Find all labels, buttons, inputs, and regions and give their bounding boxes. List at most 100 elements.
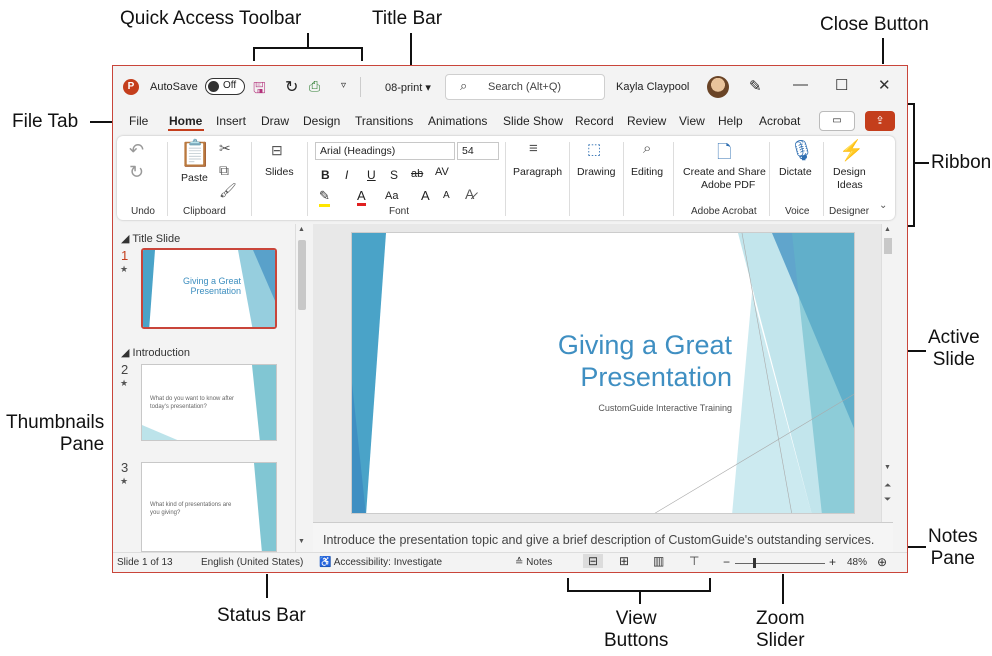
change-case-button[interactable]: Aa — [385, 190, 398, 202]
design-ideas-icon[interactable]: ⚡ — [839, 138, 864, 163]
format-painter-icon[interactable]: 🖌 — [219, 182, 237, 199]
search-box[interactable]: ⌕ Search (Alt+Q) — [445, 74, 605, 100]
drawing-icon[interactable]: ⬚ — [587, 140, 601, 158]
sep-6 — [623, 142, 624, 216]
create-share-line2[interactable]: Adobe PDF — [701, 179, 755, 191]
fit-to-window-icon[interactable]: ⊕ — [877, 555, 887, 569]
char-spacing-button[interactable]: AV — [435, 166, 449, 178]
reading-view-button[interactable]: ▥ — [653, 554, 664, 568]
slide-subtitle[interactable]: CustomGuide Interactive Training — [598, 403, 732, 413]
paste-icon[interactable]: 📋 — [179, 138, 211, 169]
notes-toggle[interactable]: ≙ Notes — [515, 557, 552, 568]
tab-record[interactable]: Record — [575, 114, 614, 128]
paragraph-button[interactable]: Paragraph — [513, 166, 562, 178]
language[interactable]: English (United States) — [201, 557, 303, 568]
clear-format-icon[interactable]: A̷ — [465, 186, 474, 202]
slide-thumbnail-1[interactable]: Giving a Great Presentation — [141, 248, 277, 329]
tab-review[interactable]: Review — [627, 114, 666, 128]
paragraph-icon[interactable]: ≡ — [529, 140, 538, 157]
next-slide-icon[interactable]: ⏷ — [884, 494, 891, 505]
scroll-down-icon[interactable]: ▼ — [298, 538, 305, 545]
tab-design[interactable]: Design — [303, 114, 340, 128]
scroll-up-icon[interactable]: ▲ — [298, 226, 305, 233]
copy-icon[interactable]: ⧉ — [219, 162, 229, 179]
font-name-select[interactable]: Arial (Headings) — [315, 142, 455, 160]
shrink-font-button[interactable]: A — [443, 190, 450, 201]
maximize-button[interactable]: ☐ — [835, 76, 848, 94]
redo-icon[interactable]: ↻ — [129, 162, 144, 183]
collapse-ribbon-icon[interactable]: ⌄ — [879, 200, 887, 211]
zoom-slider-thumb[interactable] — [753, 558, 756, 568]
notes-pane[interactable]: Introduce the presentation topic and giv… — [313, 522, 893, 553]
italic-button[interactable]: I — [345, 168, 348, 182]
drawing-button[interactable]: Drawing — [577, 166, 616, 178]
customize-qat-icon[interactable]: ▿ — [341, 80, 346, 91]
normal-view-button[interactable]: ⊟ — [583, 554, 604, 568]
tab-animations[interactable]: Animations — [428, 114, 487, 128]
slide-scroll-thumb[interactable] — [884, 238, 892, 254]
slide-thumbnail-3[interactable]: What kind of presentations are you givin… — [141, 462, 277, 552]
scroll-thumb[interactable] — [298, 240, 306, 310]
minimize-button[interactable]: — — [793, 76, 808, 93]
comments-button[interactable]: ▭ — [819, 111, 855, 131]
tab-insert[interactable]: Insert — [216, 114, 246, 128]
tab-draw[interactable]: Draw — [261, 114, 289, 128]
slide-show-button[interactable]: ⊤ — [689, 554, 699, 568]
paste-label[interactable]: Paste — [181, 172, 208, 184]
section-introduction[interactable]: ◢ Introduction — [121, 346, 190, 359]
tab-home[interactable]: Home — [169, 114, 202, 128]
new-slide-icon[interactable]: ⊟ — [271, 142, 283, 159]
slide-count: Slide 1 of 13 — [117, 557, 173, 568]
scroll-down-icon[interactable]: ▼ — [884, 464, 891, 471]
microphone-icon[interactable]: 🎙 — [789, 138, 814, 163]
user-name[interactable]: Kayla Claypool — [616, 81, 689, 93]
slide-title[interactable]: Giving a Great Presentation — [558, 329, 732, 393]
save-icon[interactable]: 🖫 — [253, 78, 266, 103]
bold-button[interactable]: B — [321, 168, 330, 182]
previous-slide-icon[interactable]: ⏶ — [884, 480, 891, 491]
zoom-out-button[interactable]: − — [723, 555, 730, 569]
tab-view[interactable]: View — [679, 114, 705, 128]
scroll-up-icon[interactable]: ▲ — [884, 226, 891, 233]
undo-qat-icon[interactable]: ↻ — [285, 77, 298, 97]
slide-thumbnail-2[interactable]: What do you want to know after today's p… — [141, 364, 277, 441]
editing-button[interactable]: Editing — [631, 166, 663, 178]
avatar[interactable] — [707, 76, 729, 98]
font-color-button[interactable]: A — [357, 188, 366, 206]
accessibility-status[interactable]: ♿ Accessibility: Investigate — [319, 557, 442, 568]
zoom-in-button[interactable]: + — [829, 555, 836, 569]
section-title-slide[interactable]: ◢ Title Slide — [121, 232, 180, 245]
underline-button[interactable]: U — [367, 168, 376, 182]
file-name[interactable]: 08-print ▾ — [385, 81, 431, 94]
grow-font-button[interactable]: A — [421, 188, 430, 203]
notes-text[interactable]: Introduce the presentation topic and giv… — [323, 529, 874, 551]
create-share-line1[interactable]: Create and Share — [683, 166, 766, 178]
close-button[interactable]: ✕ — [878, 76, 891, 94]
tab-slide-show[interactable]: Slide Show — [503, 114, 563, 128]
tab-file[interactable]: File — [129, 114, 148, 128]
pen-icon[interactable]: ✎ — [749, 77, 762, 95]
tab-transitions[interactable]: Transitions — [355, 114, 413, 128]
autosave-toggle[interactable]: Off — [205, 78, 245, 95]
tab-help[interactable]: Help — [718, 114, 743, 128]
design-ideas-line1[interactable]: Design — [833, 166, 866, 178]
zoom-level[interactable]: 48% — [847, 557, 867, 568]
dictate-button[interactable]: Dictate — [779, 166, 812, 178]
slide-sorter-button[interactable]: ⊞ — [619, 554, 629, 568]
thumbnails-scrollbar[interactable]: ▲ ▼ — [295, 224, 308, 552]
present-qat-icon[interactable]: ⎙ — [309, 78, 320, 95]
undo-icon[interactable]: ↶ — [129, 140, 144, 161]
share-button[interactable]: ⇪ — [865, 111, 895, 131]
strikethrough-button[interactable]: ab — [411, 168, 423, 180]
zoom-slider[interactable] — [735, 563, 825, 564]
tab-acrobat[interactable]: Acrobat — [759, 114, 800, 128]
shadow-button[interactable]: S — [390, 168, 398, 182]
highlight-icon[interactable]: ✎ — [319, 188, 330, 207]
design-ideas-line2[interactable]: Ideas — [837, 179, 863, 191]
active-slide[interactable]: Giving a Great Presentation CustomGuide … — [351, 232, 855, 514]
font-size-select[interactable]: 54 — [457, 142, 499, 160]
editing-icon[interactable]: ⌕ — [643, 140, 651, 157]
slides-label[interactable]: Slides — [265, 166, 294, 178]
cut-icon[interactable]: ✂ — [219, 140, 231, 157]
slide-scrollbar[interactable]: ▲ ▼ ⏶ ⏷ — [881, 224, 894, 524]
